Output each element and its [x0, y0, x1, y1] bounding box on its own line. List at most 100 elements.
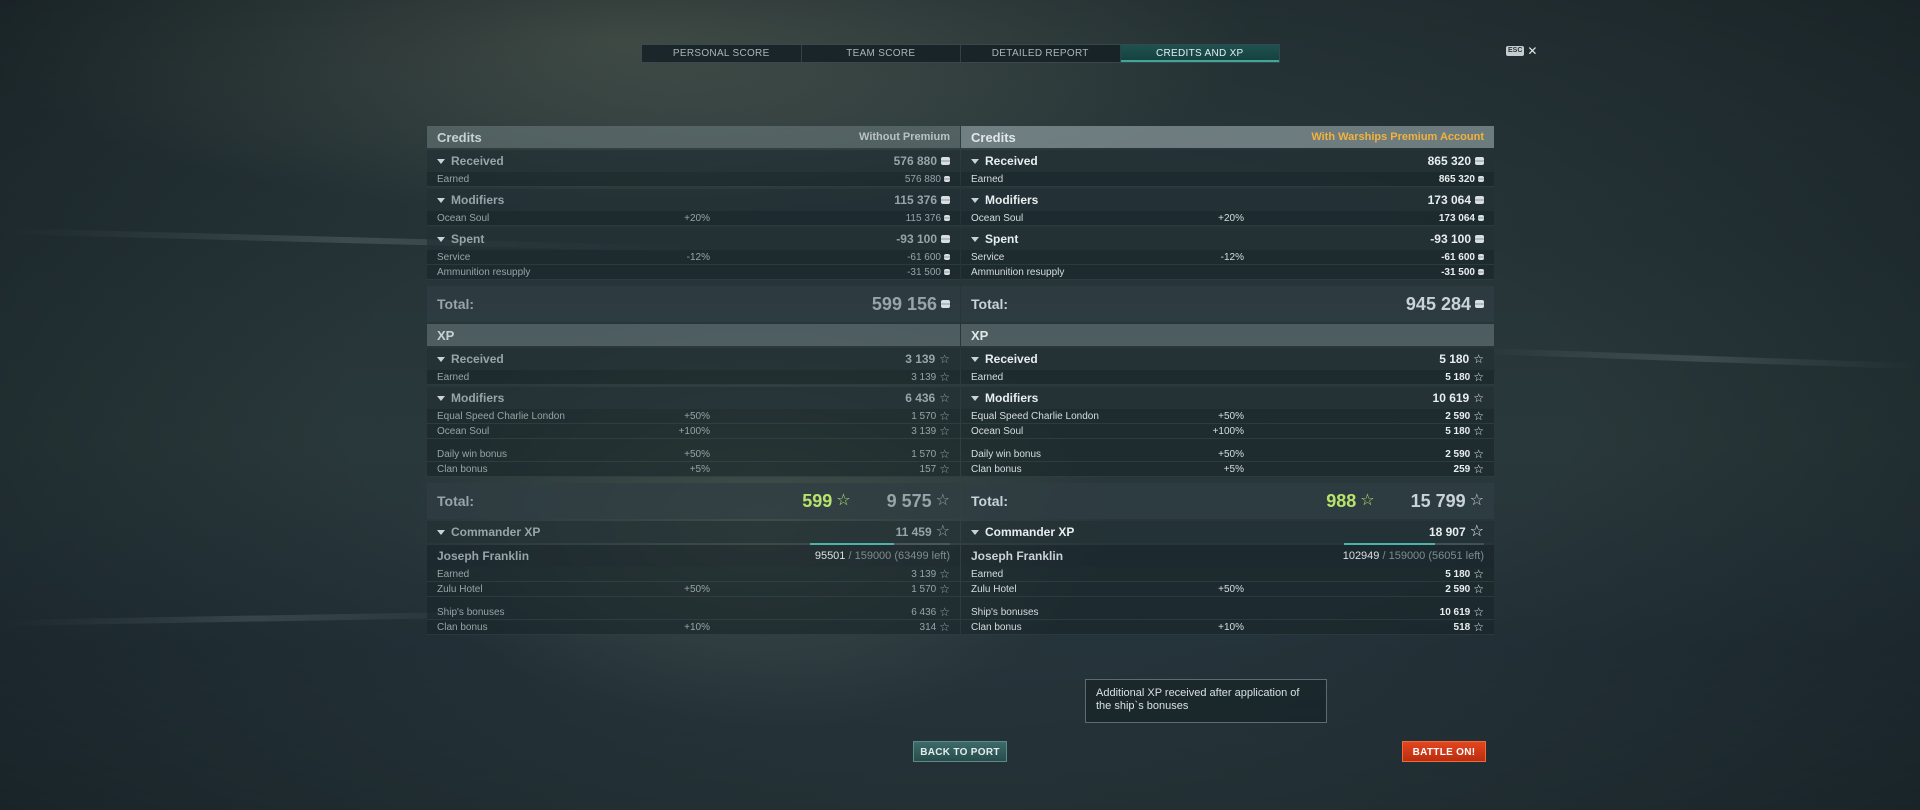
section-cmd[interactable]: Commander XP 11 459 ☆: [427, 521, 960, 543]
row-label: Clan bonus: [437, 621, 488, 633]
row-xp-earned: Earned 5 180 ☆: [961, 370, 1494, 385]
credits-icon: [1475, 235, 1484, 243]
tab-credits-and-xp[interactable]: CREDITS AND XP: [1120, 45, 1279, 62]
chevron-down-icon: [971, 356, 979, 362]
section-value: 5 180: [1439, 352, 1470, 366]
row-value: 5 180: [1445, 568, 1471, 580]
xp-star-icon: ☆: [1473, 605, 1484, 619]
result-tabs: PERSONAL SCORE TEAM SCORE DETAILED REPOR…: [641, 44, 1280, 63]
row-percent: +5%: [1223, 463, 1244, 475]
row-value: 1 570: [911, 410, 937, 422]
section-received[interactable]: Received 865 320: [961, 150, 1494, 172]
bonus-xp-value: 599: [802, 490, 833, 511]
credits-icon: [944, 176, 950, 182]
section-label: Commander XP: [451, 525, 541, 539]
tab-personal-score[interactable]: PERSONAL SCORE: [642, 45, 802, 62]
xp-star-icon: ☆: [1473, 447, 1484, 461]
row-daily: Daily win bonus +50% 1 570 ☆: [427, 447, 960, 462]
xp-title: XP: [971, 327, 989, 343]
total-label: Total:: [971, 493, 1009, 509]
row-label: Daily win bonus: [437, 448, 508, 460]
tab-detailed-report[interactable]: DETAILED REPORT: [961, 45, 1121, 62]
section-received[interactable]: Received 576 880: [427, 150, 960, 172]
row-value: 5 180: [1445, 371, 1471, 383]
credits-icon: [1478, 176, 1484, 182]
tooltip: Additional XP received after application…: [1085, 679, 1327, 723]
row-value: -61 600: [1441, 251, 1475, 263]
bonus-xp-value: 988: [1326, 490, 1357, 511]
section-spent[interactable]: Spent -93 100: [961, 228, 1494, 250]
credits-icon: [944, 269, 950, 275]
xp-star-icon: ☆: [935, 492, 950, 509]
chevron-down-icon: [971, 529, 979, 535]
xp-star-icon: ☆: [1473, 424, 1484, 438]
chevron-down-icon: [437, 529, 445, 535]
chevron-down-icon: [437, 236, 445, 242]
xp-star-icon: ☆: [1473, 462, 1484, 476]
row-percent: +10%: [1218, 621, 1244, 633]
back-to-port-button[interactable]: BACK TO PORT: [913, 741, 1007, 762]
xp-star-icon: ☆: [939, 424, 950, 438]
xp-star-icon: ☆: [1473, 582, 1484, 596]
section-xp-modifiers[interactable]: Modifiers 10 619 ☆: [961, 387, 1494, 409]
xp-star-icon: ☆: [1469, 523, 1484, 540]
row-percent: +50%: [684, 410, 710, 422]
credits-icon: [1475, 157, 1484, 165]
section-cmd[interactable]: Commander XP 18 907 ☆: [961, 521, 1494, 543]
row-value: -31 500: [907, 266, 941, 278]
tab-team-score[interactable]: TEAM SCORE: [802, 45, 961, 62]
section-spent[interactable]: Spent -93 100: [427, 228, 960, 250]
row-clan: Clan bonus +5% 157 ☆: [427, 462, 960, 477]
xp-star-icon: ☆: [1473, 352, 1484, 366]
panel-with-premium: Credits With Warships Premium Account Re…: [961, 126, 1494, 635]
section-value: -93 100: [896, 232, 937, 246]
row-percent: +50%: [1218, 410, 1244, 422]
section-label: Received: [451, 352, 504, 366]
section-label: Modifiers: [985, 391, 1039, 405]
row-cmd-earned: Earned 3 139 ☆: [427, 567, 960, 582]
close-button[interactable]: ESC ✕: [1506, 45, 1537, 57]
section-xp-received[interactable]: Received 5 180 ☆: [961, 348, 1494, 370]
row-label: Clan bonus: [971, 463, 1022, 475]
xp-star-icon: ☆: [1473, 620, 1484, 634]
row-value: 3 139: [911, 568, 937, 580]
xp-total: Total: 599 ☆ 9 575 ☆: [427, 483, 960, 519]
chevron-down-icon: [437, 356, 445, 362]
row-value: 865 320: [1438, 173, 1475, 185]
row-earned: Earned 576 880: [427, 172, 960, 187]
commander-xp-progress: 95501 / 159000 (63499 left): [810, 543, 950, 562]
section-value: 173 064: [1427, 193, 1471, 207]
xp-title: XP: [437, 327, 455, 343]
total-value: 599 156: [871, 293, 937, 314]
row-label: Daily win bonus: [971, 448, 1042, 460]
row-label: Ocean Soul: [971, 425, 1024, 437]
total-value: 945 284: [1405, 293, 1471, 314]
row-ship-bonus: Ship's bonuses 6 436 ☆: [427, 605, 960, 620]
chevron-down-icon: [971, 158, 979, 164]
row-label: Earned: [971, 568, 1004, 580]
xp-star-icon: ☆: [939, 409, 950, 423]
section-label: Received: [985, 154, 1038, 168]
section-xp-received[interactable]: Received 3 139 ☆: [427, 348, 960, 370]
row-daily: Daily win bonus +50% 2 590 ☆: [961, 447, 1494, 462]
row-value: 115 376: [905, 212, 941, 224]
xp-header: XP: [427, 324, 960, 346]
row-service: Service -12% -61 600: [427, 250, 960, 265]
section-value: -93 100: [1430, 232, 1471, 246]
row-label: Ocean Soul: [437, 425, 490, 437]
panel-without-premium: Credits Without Premium Received 576 880…: [427, 126, 960, 635]
battle-on-button[interactable]: BATTLE ON!: [1402, 741, 1486, 762]
xp-star-icon: ☆: [939, 370, 950, 384]
row-service: Service -12% -61 600: [961, 250, 1494, 265]
row-label: Equal Speed Charlie London: [971, 410, 1099, 422]
section-modifiers[interactable]: Modifiers 173 064: [961, 189, 1494, 211]
row-percent: -12%: [1220, 251, 1244, 263]
credits-total: Total: 599 156: [427, 286, 960, 322]
section-modifiers[interactable]: Modifiers 115 376: [427, 189, 960, 211]
credits-icon: [1478, 269, 1484, 275]
xp-star-icon: ☆: [939, 605, 950, 619]
row-ammo: Ammunition resupply -31 500: [961, 265, 1494, 280]
section-xp-modifiers[interactable]: Modifiers 6 436 ☆: [427, 387, 960, 409]
account-type-label: Without Premium: [859, 131, 950, 143]
total-value: 9 575: [886, 490, 932, 511]
